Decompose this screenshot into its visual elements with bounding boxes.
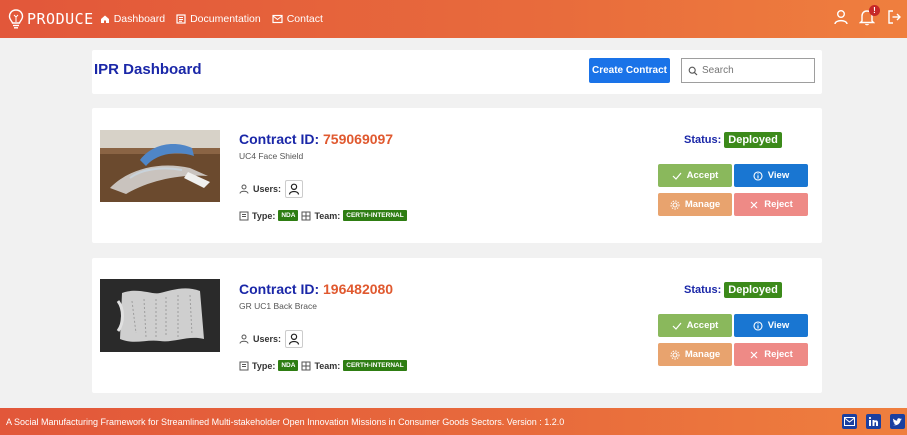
contract-thumbnail-back-brace <box>100 279 220 352</box>
users-icon <box>239 184 249 194</box>
nav-dashboard-link[interactable]: Dashboard <box>100 13 165 25</box>
contract-card: Contract ID: 196482080 GR UC1 Back Brace… <box>92 258 822 393</box>
document-icon <box>176 14 186 24</box>
reject-label: Reject <box>764 199 793 210</box>
contract-id: Contract ID: 196482080 <box>239 281 393 297</box>
user-icon <box>288 333 300 345</box>
type-label: Type: <box>252 210 276 221</box>
view-button[interactable]: View <box>734 164 808 187</box>
search-icon <box>688 66 698 75</box>
view-button[interactable]: View <box>734 314 808 337</box>
nav-documentation-label: Documentation <box>190 13 261 25</box>
lightbulb-icon <box>8 9 24 29</box>
contract-card: Contract ID: 759069097 UC4 Face Shield U… <box>92 108 822 243</box>
users-label: Users: <box>253 334 282 344</box>
footer: A Social Manufacturing Framework for Str… <box>0 408 907 435</box>
contract-meta: Type: NDA Team: CERTH-INTERNAL <box>239 360 407 371</box>
users-label: Users: <box>253 184 282 194</box>
gear-icon <box>670 200 680 209</box>
grid-icon <box>301 211 311 220</box>
contract-description: UC4 Face Shield <box>239 151 304 161</box>
users-icon <box>239 334 249 344</box>
status-label: Status: <box>684 134 722 146</box>
accept-label: Accept <box>686 320 719 331</box>
home-icon <box>100 15 109 23</box>
accept-label: Accept <box>686 170 719 181</box>
nav-right-actions: ! <box>833 5 901 26</box>
status-label: Status: <box>684 284 722 296</box>
notifications-button[interactable]: ! <box>858 5 880 26</box>
contract-id-label: Contract ID: <box>239 131 320 147</box>
footer-social-links <box>842 414 905 429</box>
check-icon <box>672 172 682 180</box>
contract-users: Users: <box>239 180 304 198</box>
view-label: View <box>767 170 790 181</box>
team-label: Team: <box>314 210 341 221</box>
team-tag: CERTH-INTERNAL <box>343 210 407 221</box>
brand-logo[interactable]: PRODUCE <box>8 9 94 29</box>
brand-text: PRODUCE <box>27 10 94 28</box>
contract-users: Users: <box>239 330 304 348</box>
footer-text: A Social Manufacturing Framework for Str… <box>6 416 565 427</box>
twitter-icon[interactable] <box>890 414 905 429</box>
view-label: View <box>767 320 790 331</box>
close-icon <box>750 201 758 208</box>
info-icon <box>753 170 763 181</box>
mail-icon[interactable] <box>842 414 857 429</box>
gear-icon <box>670 350 680 359</box>
team-label: Team: <box>314 360 341 371</box>
accept-button[interactable]: Accept <box>658 314 732 337</box>
team-tag: CERTH-INTERNAL <box>343 360 407 371</box>
type-tag: NDA <box>278 210 299 221</box>
contract-thumbnail-face-shield <box>100 130 220 202</box>
contract-id-label: Contract ID: <box>239 281 320 297</box>
accept-button[interactable]: Accept <box>658 164 732 187</box>
document-icon <box>239 211 249 220</box>
logout-icon[interactable] <box>887 9 901 25</box>
linkedin-icon[interactable] <box>866 414 881 429</box>
type-tag: NDA <box>278 360 299 371</box>
manage-button[interactable]: Manage <box>658 343 732 366</box>
create-contract-button[interactable]: Create Contract <box>589 58 670 83</box>
user-avatar[interactable] <box>285 330 304 348</box>
nav-dashboard-label: Dashboard <box>113 13 166 25</box>
contract-status: Status: Deployed <box>684 282 782 298</box>
user-icon <box>288 183 300 195</box>
notification-badge: ! <box>869 5 880 16</box>
dashboard-header: IPR Dashboard Create Contract <box>92 50 822 94</box>
manage-label: Manage <box>684 199 721 210</box>
search-input[interactable] <box>702 65 802 76</box>
close-icon <box>750 351 758 358</box>
reject-label: Reject <box>764 349 793 360</box>
status-badge: Deployed <box>724 282 782 298</box>
nav-contact-label: Contact <box>286 13 323 25</box>
manage-label: Manage <box>684 349 721 360</box>
info-icon <box>753 320 763 331</box>
nav-contact-link[interactable]: Contact <box>272 13 323 25</box>
document-icon <box>239 361 249 370</box>
contract-status: Status: Deployed <box>684 132 782 148</box>
contract-meta: Type: NDA Team: CERTH-INTERNAL <box>239 210 407 221</box>
contract-id-number: 759069097 <box>323 131 394 147</box>
user-icon[interactable] <box>833 9 849 25</box>
page-title: IPR Dashboard <box>94 61 202 78</box>
mail-icon <box>272 14 283 24</box>
top-navbar: PRODUCE Dashboard Documentation Contact … <box>0 0 907 38</box>
reject-button[interactable]: Reject <box>734 193 808 216</box>
user-avatar[interactable] <box>285 180 304 198</box>
grid-icon <box>301 361 311 370</box>
contract-id-number: 196482080 <box>323 281 394 297</box>
search-box[interactable] <box>681 58 815 83</box>
type-label: Type: <box>252 360 276 371</box>
contract-id: Contract ID: 759069097 <box>239 131 393 147</box>
status-badge: Deployed <box>724 132 782 148</box>
check-icon <box>672 322 682 330</box>
nav-documentation-link[interactable]: Documentation <box>176 13 261 25</box>
manage-button[interactable]: Manage <box>658 193 732 216</box>
contract-description: GR UC1 Back Brace <box>239 301 317 311</box>
reject-button[interactable]: Reject <box>734 343 808 366</box>
